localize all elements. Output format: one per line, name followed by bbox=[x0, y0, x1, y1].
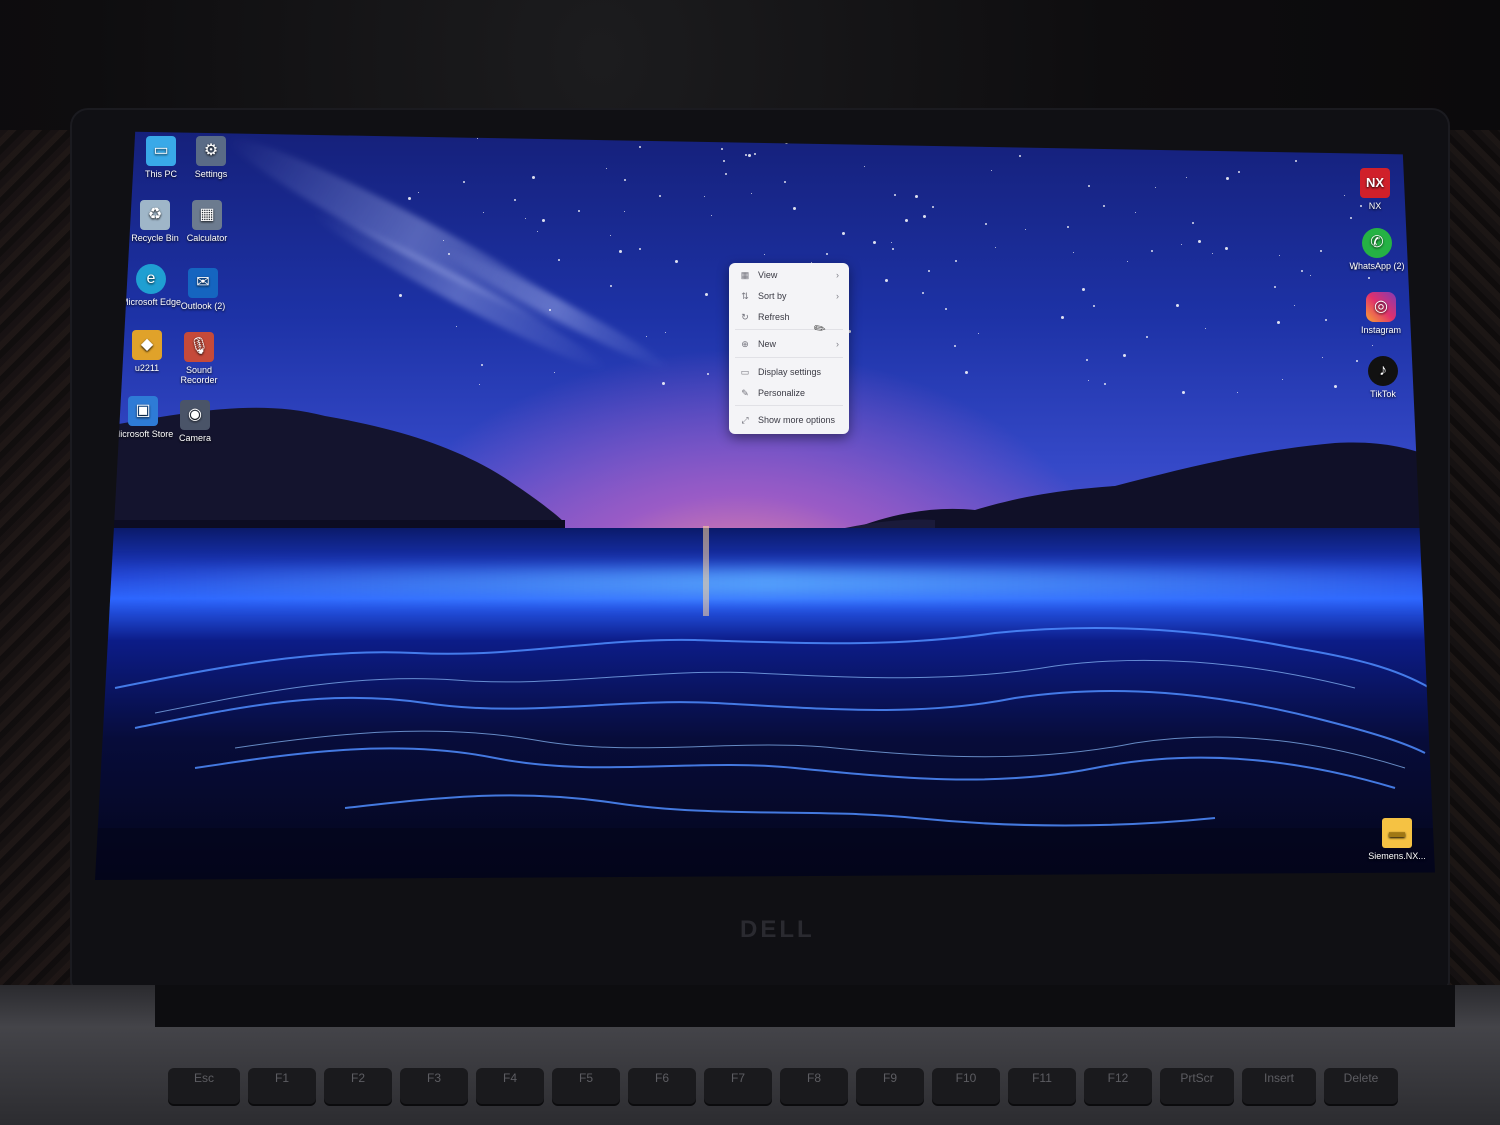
nx-icon: NX bbox=[1360, 168, 1390, 198]
keyboard-key-label: F5 bbox=[578, 1071, 593, 1085]
keyboard-key-label: F4 bbox=[502, 1071, 517, 1085]
chevron-right-icon: › bbox=[836, 270, 839, 280]
context-menu-item-display-settings[interactable]: ▭ Display settings bbox=[729, 363, 849, 381]
keyboard-key-label: F8 bbox=[806, 1071, 821, 1085]
desktop-icon-tiktok[interactable]: ♪ TikTok bbox=[1351, 356, 1415, 399]
keyboard-key[interactable]: PrtScr bbox=[1160, 1068, 1234, 1104]
keyboard-key-label: F2 bbox=[350, 1071, 365, 1085]
desktop-icon-outlook[interactable]: ✉ Outlook (2) bbox=[171, 268, 235, 311]
grid-icon: ▦ bbox=[740, 270, 750, 280]
keyboard-key-label: F11 bbox=[1032, 1071, 1052, 1085]
display-icon: ▭ bbox=[740, 367, 750, 377]
microphone-icon: 🎙 bbox=[184, 332, 214, 362]
desktop-icon-label: Outlook (2) bbox=[180, 301, 226, 311]
keyboard-key[interactable]: F2 bbox=[324, 1068, 392, 1104]
chevron-right-icon: › bbox=[836, 339, 839, 349]
keyboard-key-label: Delete bbox=[1343, 1071, 1379, 1085]
edge-icon: e bbox=[136, 264, 166, 294]
context-menu-item-show-more-options[interactable]: ⤢ Show more options bbox=[729, 411, 849, 429]
keyboard-key-label: F10 bbox=[955, 1071, 977, 1085]
keyboard-key[interactable]: F8 bbox=[780, 1068, 848, 1104]
keyboard-key[interactable]: F7 bbox=[704, 1068, 772, 1104]
keyboard-key-label: Insert bbox=[1263, 1071, 1294, 1085]
desktop-icon-camera[interactable]: ◉ Camera bbox=[163, 400, 227, 443]
keyboard-key[interactable]: F11 bbox=[1008, 1068, 1076, 1104]
context-menu-item-refresh[interactable]: ↻ Refresh bbox=[729, 308, 849, 326]
gear-icon: ⚙ bbox=[196, 136, 226, 166]
refresh-icon: ↻ bbox=[741, 312, 749, 322]
keyboard-key[interactable]: Delete bbox=[1324, 1068, 1398, 1104]
app-icon: ◆ bbox=[132, 330, 162, 360]
chevron-right-icon: › bbox=[836, 291, 839, 301]
keyboard-key[interactable]: F10 bbox=[932, 1068, 1000, 1104]
desktop-icon-label: Sound Recorder bbox=[180, 365, 218, 385]
keyboard-key[interactable]: Esc bbox=[168, 1068, 240, 1104]
store-icon: ▣ bbox=[128, 396, 158, 426]
context-menu-item-personalize[interactable]: ✎ Personalize bbox=[729, 384, 849, 402]
keyboard-key-label: F1 bbox=[274, 1071, 289, 1085]
keyboard-key[interactable]: F3 bbox=[400, 1068, 468, 1104]
sort-icon: ⇅ bbox=[741, 291, 749, 301]
keyboard-key-label: F9 bbox=[882, 1071, 897, 1085]
keyboard-key[interactable]: F12 bbox=[1084, 1068, 1152, 1104]
keyboard-key[interactable]: F5 bbox=[552, 1068, 620, 1104]
keyboard-key-label: F12 bbox=[1107, 1071, 1129, 1085]
desktop-screen[interactable]: ▭ This PC ⚙ Settings ♻ Recycle Bin ▦ Cal… bbox=[95, 131, 1435, 880]
desktop-icon-nx[interactable]: NX NX bbox=[1343, 168, 1407, 211]
desktop-icon-label: Instagram bbox=[1360, 325, 1402, 335]
monitor-icon: ▭ bbox=[146, 136, 176, 166]
camera-icon: ◉ bbox=[180, 400, 210, 430]
desktop-icon-label: WhatsApp (2) bbox=[1349, 261, 1405, 271]
calculator-icon: ▦ bbox=[192, 200, 222, 230]
keyboard-key[interactable]: F1 bbox=[248, 1068, 316, 1104]
recycle-bin-icon: ♻ bbox=[140, 200, 170, 230]
desktop-icon-sound-recorder[interactable]: 🎙 Sound Recorder bbox=[167, 332, 231, 385]
desktop-icon-label: Settings bbox=[194, 169, 228, 179]
laptop-hinge bbox=[155, 985, 1455, 1027]
keyboard-key[interactable]: F4 bbox=[476, 1068, 544, 1104]
keyboard-key-label: F7 bbox=[730, 1071, 745, 1085]
desktop-icon-label: This PC bbox=[144, 169, 177, 179]
context-menu-item-sort-by[interactable]: ⇅ Sort by › bbox=[729, 287, 849, 305]
context-menu-separator bbox=[735, 405, 843, 406]
desktop-icon-label: Calculator bbox=[186, 233, 228, 243]
desktop-icon-label: TikTok bbox=[1370, 389, 1396, 399]
keyboard-key-label: PrtScr bbox=[1180, 1071, 1214, 1085]
context-menu-item-new[interactable]: ⊕ New › bbox=[729, 335, 849, 353]
tiktok-icon: ♪ bbox=[1368, 356, 1398, 386]
keyboard-key-label: F6 bbox=[654, 1071, 669, 1085]
desktop-icon-instagram[interactable]: ◎ Instagram bbox=[1349, 292, 1413, 335]
keyboard-key[interactable]: Insert bbox=[1242, 1068, 1316, 1104]
context-menu-separator bbox=[735, 357, 843, 358]
outlook-icon: ✉ bbox=[188, 268, 218, 298]
desktop-icon-whatsapp[interactable]: ✆ WhatsApp (2) bbox=[1345, 228, 1409, 271]
keyboard-key[interactable]: F9 bbox=[856, 1068, 924, 1104]
folder-icon: ▬ bbox=[1382, 818, 1412, 848]
expand-icon: ⤢ bbox=[741, 415, 749, 425]
plus-circle-icon: ⊕ bbox=[741, 339, 749, 349]
keyboard-key[interactable]: F6 bbox=[628, 1068, 696, 1104]
desktop-icon-label: u2211 bbox=[134, 363, 160, 373]
keyboard-key-label: F3 bbox=[426, 1071, 441, 1085]
desktop-context-menu: ▦ View › ⇅ Sort by › ↻ Refresh ⊕ New › ▭… bbox=[729, 263, 849, 434]
wallpaper-bioluminescent-waves bbox=[95, 526, 1435, 880]
desktop-icon-label: Siemens.NX... bbox=[1368, 851, 1426, 861]
context-menu-item-view[interactable]: ▦ View › bbox=[729, 266, 849, 284]
desktop-icon-settings[interactable]: ⚙ Settings bbox=[179, 136, 243, 179]
instagram-icon: ◎ bbox=[1366, 292, 1396, 322]
whatsapp-icon: ✆ bbox=[1362, 228, 1392, 258]
desktop-icon-calculator[interactable]: ▦ Calculator bbox=[175, 200, 239, 243]
desktop-icon-label: Camera bbox=[178, 433, 211, 443]
desktop-icon-label: Recycle Bin bbox=[131, 233, 179, 243]
pen-icon: ✎ bbox=[741, 388, 749, 398]
desktop-icon-label: NX bbox=[1368, 201, 1382, 211]
desktop-icon-siemens-nx-folder[interactable]: ▬ Siemens.NX... bbox=[1365, 818, 1429, 861]
laptop-brand-logo: DELL bbox=[740, 916, 815, 943]
keyboard-key-label: Esc bbox=[193, 1071, 214, 1085]
